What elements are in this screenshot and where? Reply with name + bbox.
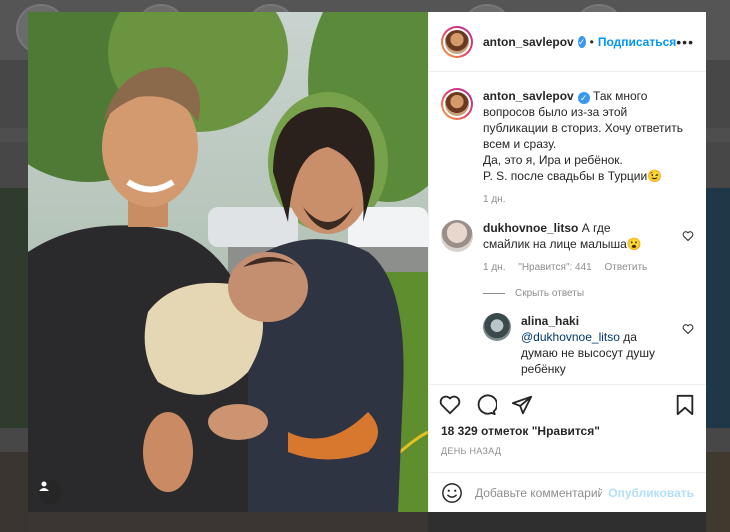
reply-body: alina_haki @dukhovnoe_litso да думаю не … bbox=[521, 313, 676, 377]
add-comment-bar: Добавьте комментарий... Опубликовать bbox=[429, 472, 706, 512]
tagged-users-button[interactable] bbox=[38, 480, 62, 504]
post-timestamp[interactable]: ДЕНЬ НАЗАД bbox=[429, 438, 706, 456]
caption-text-line: всем и сразу. bbox=[483, 137, 557, 151]
reply-button[interactable]: Ответить bbox=[605, 262, 648, 273]
post-actions bbox=[429, 384, 706, 424]
background-grid-tile bbox=[706, 452, 730, 532]
post-modal: anton_savlepov ✓ • Подписаться ••• anton… bbox=[28, 12, 706, 512]
like-heart-icon[interactable] bbox=[439, 394, 461, 416]
comments-section[interactable]: anton_savlepov ✓ Так много вопросов было … bbox=[429, 72, 706, 384]
reply-text: ребёнку bbox=[521, 362, 566, 376]
background-grid-tile bbox=[428, 512, 706, 532]
background-grid-tile bbox=[0, 188, 28, 428]
like-comment-heart-icon[interactable] bbox=[682, 230, 694, 242]
bookmark-icon[interactable] bbox=[674, 394, 696, 416]
comment-input[interactable]: Добавьте комментарий... bbox=[475, 486, 602, 500]
likes-count[interactable]: 18 329 отметок "Нравится" bbox=[429, 424, 706, 438]
comment-body: dukhovnoe_litso А где смайлик на лице ма… bbox=[483, 220, 676, 276]
caption-author-avatar[interactable] bbox=[441, 88, 473, 120]
post-sidebar: anton_savlepov ✓ • Подписаться ••• anton… bbox=[428, 12, 706, 512]
caption-text-line: публикации в сториз. Хочу ответить bbox=[483, 121, 683, 135]
author-avatar[interactable] bbox=[441, 25, 473, 58]
user-icon bbox=[39, 481, 49, 491]
comment-meta: 1 дн. "Нравится": 441 Ответить bbox=[483, 260, 676, 276]
more-options-icon[interactable]: ••• bbox=[676, 34, 694, 50]
like-reply-heart-icon[interactable] bbox=[682, 323, 694, 335]
reply-text: да bbox=[623, 330, 637, 344]
caption-text-line: вопросов было из-за этой bbox=[483, 105, 628, 119]
hide-replies-label: Скрыть ответы bbox=[515, 288, 585, 299]
background-grid-tile bbox=[28, 512, 428, 532]
caption-text-line: P. S. после свадьбы в Турции😉 bbox=[483, 169, 663, 183]
verified-badge-icon: ✓ bbox=[577, 92, 590, 104]
reply-text: думаю не высосут душу bbox=[521, 346, 656, 360]
caption-meta: 1 дн. bbox=[483, 192, 694, 208]
hide-replies-toggle[interactable]: Скрыть ответы bbox=[483, 288, 694, 299]
background-grid-tile bbox=[706, 188, 730, 428]
reply-username[interactable]: alina_haki bbox=[521, 314, 579, 328]
comment-item: dukhovnoe_litso А где смайлик на лице ма… bbox=[441, 220, 694, 276]
publish-comment-button[interactable]: Опубликовать bbox=[608, 486, 694, 500]
separator-dot: • bbox=[589, 34, 594, 49]
caption-text-line: Так много bbox=[593, 89, 648, 103]
reply-avatar[interactable] bbox=[483, 313, 511, 341]
comment-text: смайлик на лице малыша😮 bbox=[483, 237, 642, 251]
caption-time[interactable]: 1 дн. bbox=[483, 194, 505, 205]
follow-button[interactable]: Подписаться bbox=[598, 35, 676, 49]
author-username[interactable]: anton_savlepov bbox=[483, 35, 574, 49]
background-grid-tile bbox=[0, 452, 28, 532]
comment-bubble-icon[interactable] bbox=[475, 393, 497, 416]
post-header: anton_savlepov ✓ • Подписаться ••• bbox=[429, 12, 706, 72]
replies-line bbox=[483, 293, 505, 294]
emoji-smiley-icon[interactable] bbox=[441, 482, 463, 504]
post-caption: anton_savlepov ✓ Так много вопросов было … bbox=[441, 88, 694, 208]
comment-likes[interactable]: "Нравится": 441 bbox=[518, 262, 591, 273]
comment-text: А где bbox=[581, 221, 611, 235]
share-paper-plane-icon[interactable] bbox=[511, 394, 533, 416]
verified-badge-icon: ✓ bbox=[577, 35, 586, 48]
caption-body: anton_savlepov ✓ Так много вопросов было … bbox=[483, 88, 694, 208]
reply-mention[interactable]: @dukhovnoe_litso bbox=[521, 330, 620, 344]
comment-username[interactable]: dukhovnoe_litso bbox=[483, 221, 578, 235]
post-photo-illustration bbox=[28, 12, 428, 512]
comment-time[interactable]: 1 дн. bbox=[483, 262, 505, 273]
commenter-avatar[interactable] bbox=[441, 220, 473, 252]
caption-text-line: Да, это я, Ира и ребёнок. bbox=[483, 153, 623, 167]
reply-item: alina_haki @dukhovnoe_litso да думаю не … bbox=[483, 313, 694, 377]
post-photo[interactable] bbox=[28, 12, 428, 512]
caption-username[interactable]: anton_savlepov bbox=[483, 89, 574, 103]
